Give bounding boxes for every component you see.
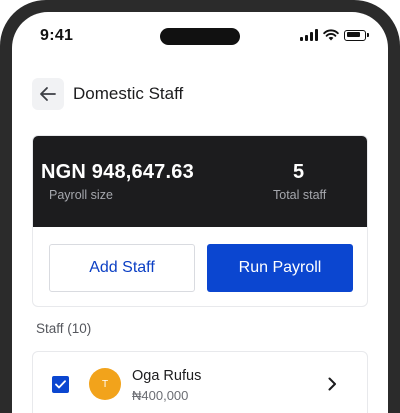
- checkmark-icon: [55, 380, 66, 389]
- total-staff-count: 5: [293, 161, 305, 183]
- cellular-signal-icon: [300, 29, 318, 41]
- run-payroll-button[interactable]: Run Payroll: [207, 244, 353, 292]
- status-icons: [300, 29, 369, 41]
- status-bar: 9:41: [12, 12, 388, 60]
- wifi-icon: [323, 29, 339, 41]
- screen: 9:41 Domestic Staff NGN 948,647.63 Payro…: [12, 12, 388, 413]
- payroll-amount: NGN 948,647.63: [41, 161, 194, 183]
- add-staff-button[interactable]: Add Staff: [49, 244, 195, 292]
- payroll-summary-card: NGN 948,647.63 Payroll size 5 Total staf…: [32, 135, 368, 307]
- payroll-size-label: Payroll size: [49, 188, 113, 202]
- dynamic-island: [160, 28, 240, 45]
- staff-section-title: Staff (10): [36, 321, 92, 336]
- page-title: Domestic Staff: [73, 84, 184, 103]
- status-time: 9:41: [40, 27, 74, 44]
- staff-name: Oga Rufus: [132, 368, 202, 384]
- avatar: T: [89, 368, 121, 400]
- staff-list-item[interactable]: T Oga Rufus ₦400,000: [32, 351, 368, 413]
- arrow-left-icon: [40, 87, 56, 101]
- staff-select-checkbox[interactable]: [52, 376, 69, 393]
- page-header: Domestic Staff: [32, 78, 183, 110]
- payroll-summary-panel: NGN 948,647.63 Payroll size 5 Total staf…: [33, 136, 367, 227]
- total-staff-label: Total staff: [273, 188, 327, 202]
- phone-frame: 9:41 Domestic Staff NGN 948,647.63 Payro…: [0, 0, 400, 413]
- chevron-right-icon: [328, 377, 336, 391]
- back-button[interactable]: [32, 78, 64, 110]
- battery-icon: [344, 29, 369, 41]
- staff-salary: ₦400,000: [132, 388, 189, 403]
